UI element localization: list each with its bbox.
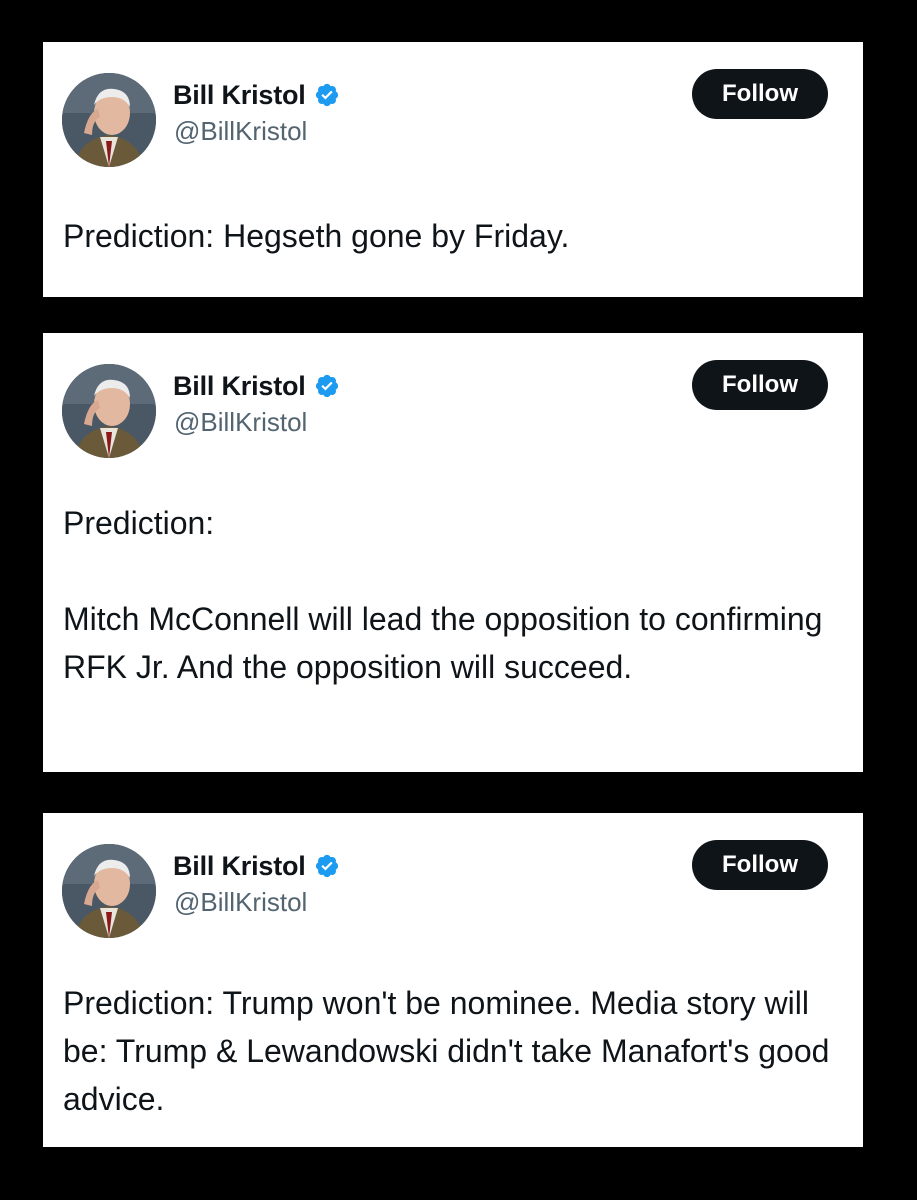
user-handle[interactable]: @BillKristol <box>174 887 307 918</box>
user-handle[interactable]: @BillKristol <box>174 407 307 438</box>
follow-button[interactable]: Follow <box>692 69 828 119</box>
avatar[interactable] <box>62 364 156 458</box>
tweet-card: Bill Kristol @BillKristol Follow Predict… <box>43 42 863 297</box>
display-name[interactable]: Bill Kristol <box>173 851 306 882</box>
user-handle[interactable]: @BillKristol <box>174 116 307 147</box>
avatar[interactable] <box>62 844 156 938</box>
follow-button[interactable]: Follow <box>692 360 828 410</box>
tweet-text: Prediction: Mitch McConnell will lead th… <box>63 505 823 685</box>
verified-badge-icon <box>314 82 340 108</box>
name-row: Bill Kristol <box>173 849 340 883</box>
avatar[interactable] <box>62 73 156 167</box>
display-name[interactable]: Bill Kristol <box>173 371 306 402</box>
name-row: Bill Kristol <box>173 78 340 112</box>
tweet-card: Bill Kristol @BillKristol Follow Predict… <box>43 333 863 772</box>
verified-badge-icon <box>314 853 340 879</box>
name-row: Bill Kristol <box>173 369 340 403</box>
tweet-text: Prediction: Trump won't be nominee. Medi… <box>63 985 830 1117</box>
tweet-text: Prediction: Hegseth gone by Friday. <box>63 218 570 254</box>
verified-badge-icon <box>314 373 340 399</box>
follow-button[interactable]: Follow <box>692 840 828 890</box>
tweet-card: Bill Kristol @BillKristol Follow Predict… <box>43 813 863 1147</box>
display-name[interactable]: Bill Kristol <box>173 80 306 111</box>
